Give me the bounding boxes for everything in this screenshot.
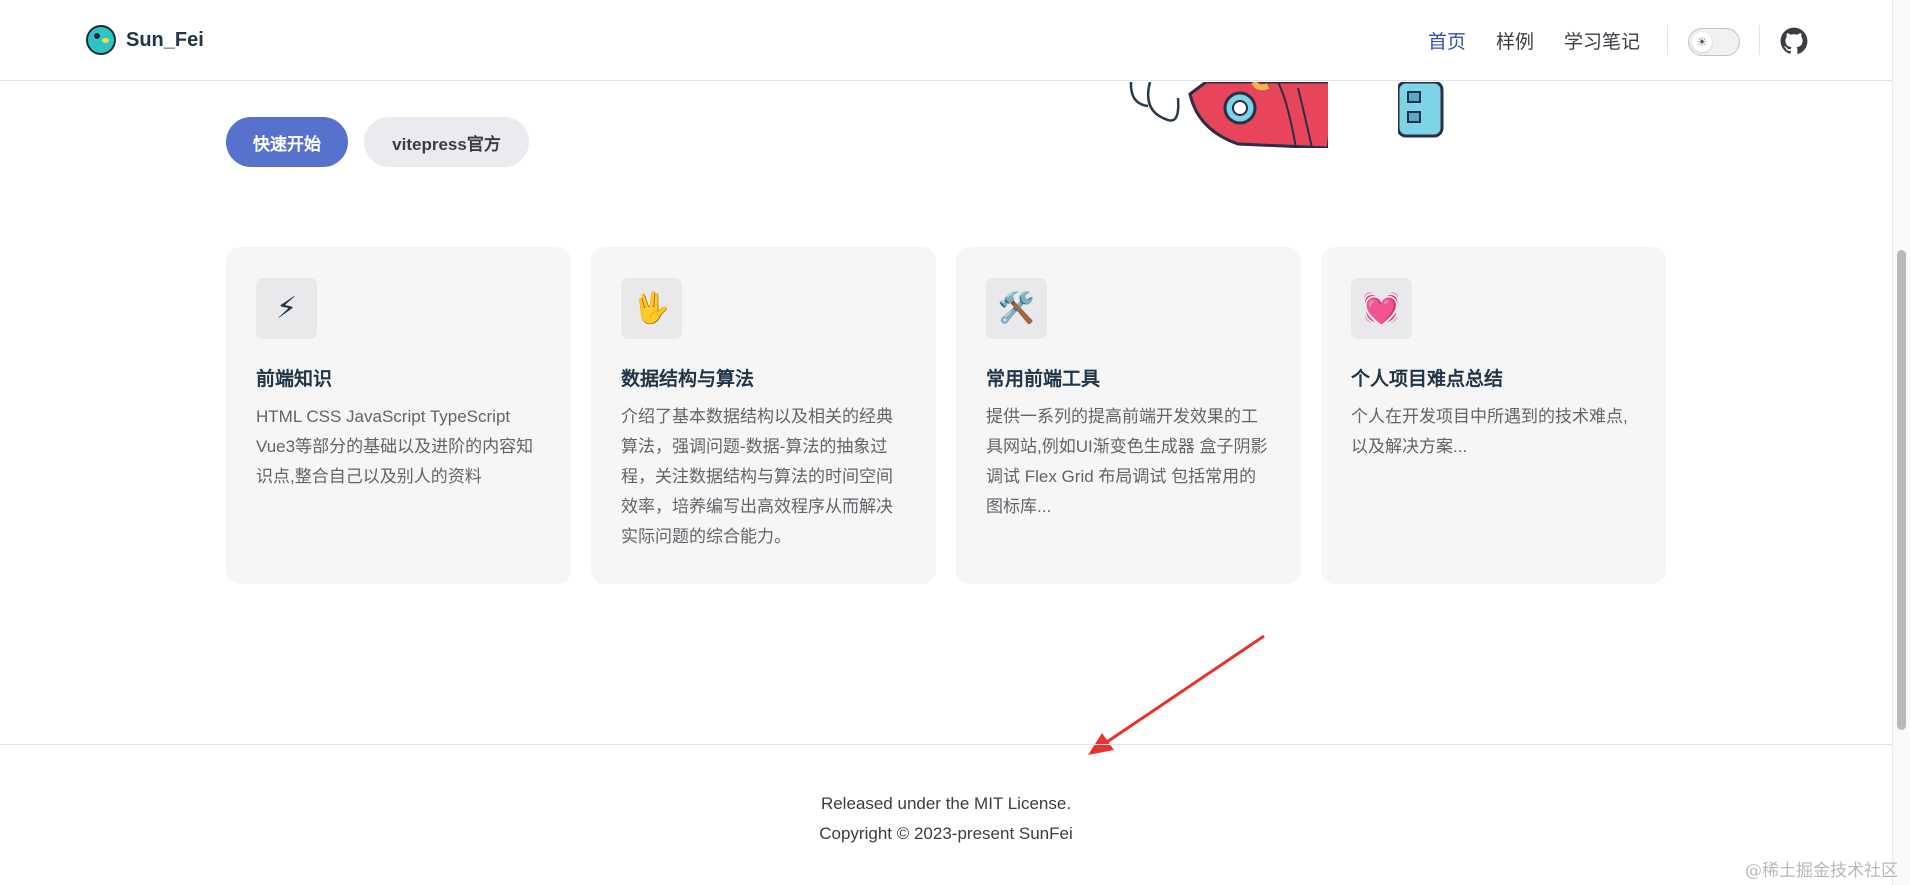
annotation-arrow (1088, 634, 1265, 755)
vulcan-salute-icon: 🖖 (621, 278, 682, 339)
feature-card[interactable]: 💓 个人项目难点总结 个人在开发项目中所遇到的技术难点,以及解决方案... (1321, 247, 1666, 584)
nav-menu: 首页 样例 学习笔记 (1428, 26, 1670, 54)
top-nav: Sun_Fei 首页 样例 学习笔记 ☀ (0, 0, 1892, 81)
hero-actions: 快速开始 vitepress官方 (226, 117, 545, 167)
lightning-icon: ⚡ (256, 278, 317, 339)
feature-title: 常用前端工具 (986, 369, 1101, 390)
features-grid: ⚡ 前端知识 HTML CSS JavaScript TypeScript Vu… (226, 247, 1686, 584)
hero-illustration (1129, 82, 1444, 148)
scrollbar-thumb[interactable] (1897, 250, 1906, 730)
site-footer: Released under the MIT License. Copyrigh… (0, 744, 1892, 885)
footer-message: Released under the MIT License. (820, 794, 1072, 813)
watermark: @稀土掘金技术社区 (1745, 861, 1898, 881)
nav-link-examples[interactable]: 样例 (1496, 27, 1534, 54)
theme-toggle-switch[interactable]: ☀ (1688, 28, 1740, 56)
tools-icon: 🛠️ (986, 278, 1047, 339)
page-scrollbar[interactable] (1892, 0, 1910, 885)
feature-card[interactable]: 🖖 数据结构与算法 介绍了基本数据结构以及相关的经典算法，强调问题-数据-算法的… (591, 247, 936, 584)
feature-card[interactable]: 🛠️ 常用前端工具 提供一系列的提高前端开发效果的工具网站,例如UI渐变色生成器… (956, 247, 1301, 584)
github-icon[interactable] (1780, 27, 1808, 55)
feature-title: 前端知识 (256, 369, 333, 390)
beating-heart-icon: 💓 (1351, 278, 1412, 339)
feature-details: 个人在开发项目中所遇到的技术难点,以及解决方案... (1351, 407, 1628, 456)
nav-divider (1667, 25, 1668, 55)
nav-link-notes[interactable]: 学习笔记 (1564, 27, 1640, 54)
feature-title: 数据结构与算法 (621, 369, 755, 390)
footer-copyright: Copyright © 2023-present SunFei (819, 824, 1073, 843)
feature-details: 介绍了基本数据结构以及相关的经典算法，强调问题-数据-算法的抽象过程，关注数据结… (621, 407, 893, 546)
nav-divider (1759, 25, 1760, 55)
logo-icon (86, 25, 116, 55)
nav-link-home[interactable]: 首页 (1428, 27, 1466, 54)
feature-card[interactable]: ⚡ 前端知识 HTML CSS JavaScript TypeScript Vu… (226, 247, 571, 584)
feature-details: HTML CSS JavaScript TypeScript Vue3等部分的基… (256, 407, 534, 486)
get-started-button[interactable]: 快速开始 (226, 117, 348, 167)
vitepress-official-button[interactable]: vitepress官方 (364, 117, 529, 167)
site-title: Sun_Fei (126, 28, 204, 51)
site-logo-link[interactable]: Sun_Fei (86, 24, 204, 56)
feature-title: 个人项目难点总结 (1351, 369, 1504, 390)
feature-details: 提供一系列的提高前端开发效果的工具网站,例如UI渐变色生成器 盒子阴影调试 Fl… (986, 407, 1268, 516)
sun-icon: ☀ (1692, 32, 1712, 52)
